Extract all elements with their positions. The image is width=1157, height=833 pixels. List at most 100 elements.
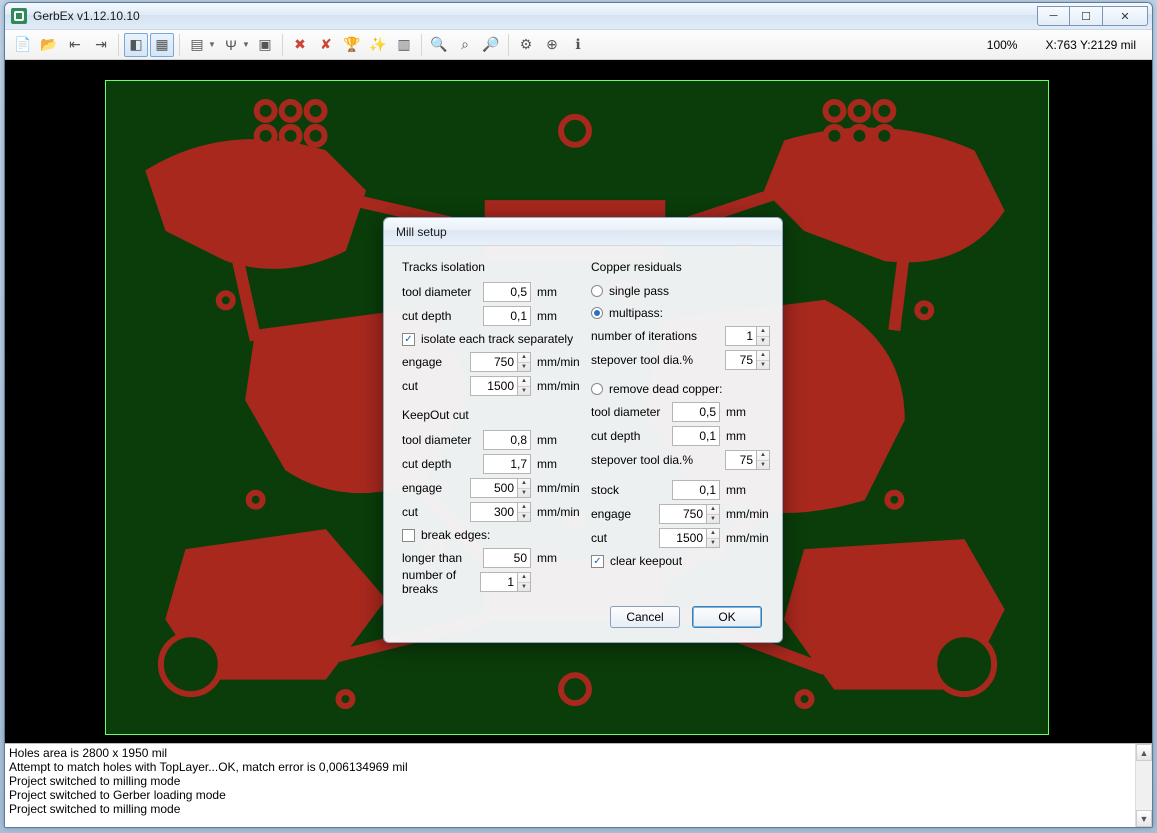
info-icon[interactable]: ℹ	[566, 33, 590, 57]
close-button[interactable]: ✕	[1103, 6, 1148, 26]
remove-dead-radio[interactable]	[591, 383, 603, 395]
tracks-heading: Tracks isolation	[402, 260, 581, 274]
window-title: GerbEx v1.12.10.10	[33, 9, 1031, 23]
dialog-body: Tracks isolation tool diameter 0,5 mm cu…	[384, 246, 782, 600]
scroll-down-icon[interactable]: ▼	[1136, 810, 1152, 827]
tool-diameter-input[interactable]: 0,5	[483, 282, 531, 302]
zoom-fit-icon[interactable]: ⌕	[453, 33, 477, 57]
num-iter-label: number of iterations	[591, 329, 719, 343]
gear-icon[interactable]: ⚙	[514, 33, 538, 57]
toolbar-sep	[508, 34, 509, 56]
scroll-up-icon[interactable]: ▲	[1136, 744, 1152, 761]
layers-icon[interactable]: ▤	[185, 33, 209, 57]
break-edges-checkbox[interactable]	[402, 529, 415, 542]
engage-label: engage	[402, 355, 464, 369]
log-line: Holes area is 2800 x 1950 mil	[9, 746, 167, 760]
cut-depth-input[interactable]: 0,1	[483, 306, 531, 326]
unit-label: mm	[726, 483, 770, 497]
cr-cut-input[interactable]: 1500	[659, 528, 707, 548]
new-file-icon[interactable]: 📄	[11, 33, 35, 57]
stock-input[interactable]: 0,1	[672, 480, 720, 500]
isolate-each-checkbox[interactable]	[402, 333, 415, 346]
unit-label: mm/min	[726, 531, 770, 545]
unit-label: mm	[537, 433, 581, 447]
multipass-radio[interactable]	[591, 307, 603, 319]
tools-icon[interactable]: Ψ	[219, 33, 243, 57]
single-pass-label: single pass	[609, 284, 669, 298]
num-iter-input[interactable]: 1	[725, 326, 757, 346]
num-breaks-spinner[interactable]: ▲▼	[518, 572, 531, 592]
rd-cut-depth-label: cut depth	[591, 429, 666, 443]
ko-engage-label: engage	[402, 481, 464, 495]
window-buttons: ─ ☐ ✕	[1037, 6, 1148, 26]
target-icon[interactable]: ⊕	[540, 33, 564, 57]
stepover-label: stepover tool dia.%	[591, 353, 719, 367]
app-window: GerbEx v1.12.10.10 ─ ☐ ✕ 📄 📂 ⇤ ⇥ ◧ ▦ ▤ ▼…	[4, 2, 1153, 828]
rd-stepover-input[interactable]: 75	[725, 450, 757, 470]
cut-depth-label: cut depth	[402, 309, 477, 323]
isolate-each-label: isolate each track separately	[421, 332, 573, 346]
delete-icon[interactable]: ✖	[288, 33, 312, 57]
unit-label: mm	[537, 285, 581, 299]
longer-than-input[interactable]: 50	[483, 548, 531, 568]
ko-tool-diameter-input[interactable]: 0,8	[483, 430, 531, 450]
stepover-spinner[interactable]: ▲▼	[757, 350, 770, 370]
layers-dropdown-icon[interactable]: ▼	[207, 40, 217, 49]
single-pass-radio[interactable]	[591, 285, 603, 297]
zoom-out-icon[interactable]: 🔎	[479, 33, 503, 57]
zoom-in-icon[interactable]: 🔍	[427, 33, 451, 57]
longer-than-label: longer than	[402, 551, 477, 565]
rd-cut-depth-input[interactable]: 0,1	[672, 426, 720, 446]
maximize-button[interactable]: ☐	[1070, 6, 1103, 26]
cut-spinner[interactable]: ▲▼	[518, 376, 531, 396]
export-icon[interactable]: ⇥	[89, 33, 113, 57]
cr-cut-spinner[interactable]: ▲▼	[707, 528, 720, 548]
stock-label: stock	[591, 483, 666, 497]
unit-label: mm/min	[537, 481, 581, 495]
clear-keepout-checkbox[interactable]	[591, 555, 604, 568]
ko-engage-spinner[interactable]: ▲▼	[518, 478, 531, 498]
ko-cut-label: cut	[402, 505, 464, 519]
settings-btn-icon[interactable]: ▣	[253, 33, 277, 57]
trophy-icon[interactable]: 🏆	[340, 33, 364, 57]
keepout-heading: KeepOut cut	[402, 408, 581, 422]
cut-label: cut	[402, 379, 464, 393]
layers2-icon[interactable]: ▥	[392, 33, 416, 57]
minimize-button[interactable]: ─	[1037, 6, 1070, 26]
ko-cut-depth-input[interactable]: 1,7	[483, 454, 531, 474]
x-red-icon[interactable]: ✘	[314, 33, 338, 57]
log-scrollbar[interactable]: ▲ ▼	[1135, 744, 1152, 827]
tools-dropdown-icon[interactable]: ▼	[241, 40, 251, 49]
ok-button[interactable]: OK	[692, 606, 762, 628]
toolbar-sep	[421, 34, 422, 56]
cr-engage-label: engage	[591, 507, 653, 521]
toolbar: 📄 📂 ⇤ ⇥ ◧ ▦ ▤ ▼ Ψ ▼ ▣ ✖ ✘ 🏆 ✨ ▥ 🔍 ⌕ 🔎 ⚙ …	[5, 30, 1152, 60]
stepover-input[interactable]: 75	[725, 350, 757, 370]
cr-engage-input[interactable]: 750	[659, 504, 707, 524]
import-icon[interactable]: ⇤	[63, 33, 87, 57]
toolbar-sep	[282, 34, 283, 56]
wand-icon[interactable]: ✨	[366, 33, 390, 57]
toolbar-status: 100% X:763 Y:2129 mil	[987, 38, 1146, 52]
dialog-title: Mill setup	[384, 218, 782, 246]
rd-tool-diameter-input[interactable]: 0,5	[672, 402, 720, 422]
board-icon[interactable]: ▦	[150, 33, 174, 57]
unit-label: mm/min	[537, 355, 581, 369]
copper-heading: Copper residuals	[591, 260, 770, 274]
num-iter-spinner[interactable]: ▲▼	[757, 326, 770, 346]
break-edges-label: break edges:	[421, 528, 490, 542]
engage-input[interactable]: 750	[470, 352, 518, 372]
ko-engage-input[interactable]: 500	[470, 478, 518, 498]
open-icon[interactable]: 📂	[37, 33, 61, 57]
ko-cut-spinner[interactable]: ▲▼	[518, 502, 531, 522]
rd-stepover-spinner[interactable]: ▲▼	[757, 450, 770, 470]
cancel-button[interactable]: Cancel	[610, 606, 680, 628]
cube-icon[interactable]: ◧	[124, 33, 148, 57]
num-breaks-input[interactable]: 1	[480, 572, 518, 592]
ko-cut-input[interactable]: 300	[470, 502, 518, 522]
unit-label: mm/min	[726, 507, 770, 521]
cr-engage-spinner[interactable]: ▲▼	[707, 504, 720, 524]
engage-spinner[interactable]: ▲▼	[518, 352, 531, 372]
multipass-label: multipass:	[609, 306, 663, 320]
cut-input[interactable]: 1500	[470, 376, 518, 396]
